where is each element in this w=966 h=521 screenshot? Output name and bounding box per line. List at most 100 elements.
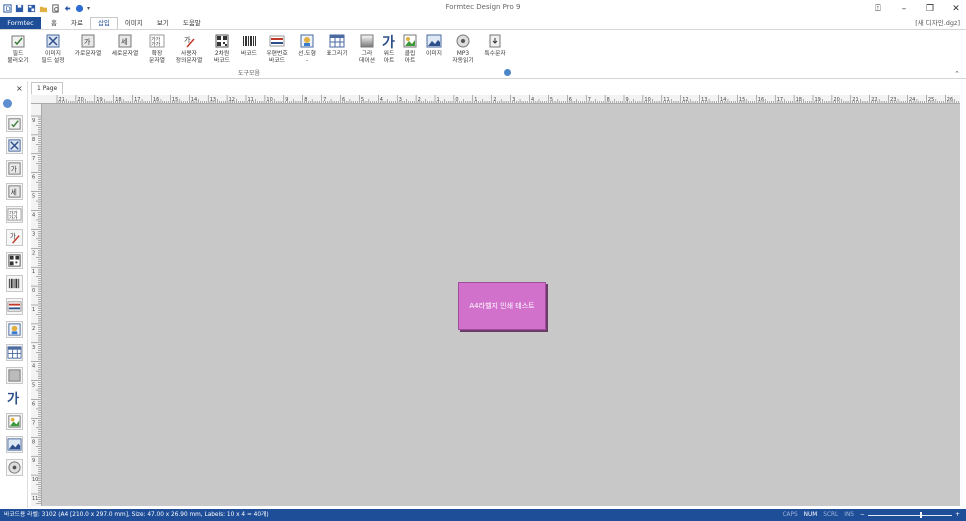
ribbon-display-options-icon[interactable]: ⍐ — [872, 4, 884, 14]
image-icon — [7, 438, 22, 451]
table-button[interactable]: 표그리기 — [322, 33, 352, 58]
ruler-label: 3 — [512, 97, 515, 103]
shapes-button[interactable]: 선.도형 - — [296, 33, 318, 64]
ruler-label: 9 — [626, 97, 629, 103]
ruler-label: 5 — [361, 97, 364, 103]
ruler-label: 10 — [266, 97, 272, 103]
ruler-label: 6 — [32, 402, 35, 408]
ruler-label: 23 — [890, 97, 896, 103]
gradient-icon — [360, 34, 374, 48]
ruler-label: 20 — [833, 97, 839, 103]
app-icon[interactable]: D — [3, 4, 12, 13]
side-vertical-text-button[interactable]: 세 — [6, 183, 23, 200]
panel-close-icon[interactable]: × — [16, 84, 23, 93]
status-text: 바코드용 라벨: 3102 (A4 [210.0 x 297.0 mm], Si… — [4, 512, 269, 518]
file-tab[interactable]: Formtec — [0, 17, 41, 29]
panel-pin-icon[interactable] — [3, 99, 12, 108]
side-shapes-button[interactable] — [6, 321, 23, 338]
ruler-label: 3 — [32, 231, 35, 237]
zoom-slider[interactable]: − + — [860, 509, 960, 521]
side-image-field-button[interactable] — [6, 137, 23, 154]
side-word-art-button[interactable]: 가 — [6, 390, 23, 407]
side-horizontal-text-button[interactable]: 가 — [6, 160, 23, 177]
clip-art-button[interactable]: 클립 아트 — [401, 33, 419, 64]
qr-code-label: 2차원 바코드 — [214, 51, 230, 64]
zoom-out-button[interactable]: − — [860, 509, 865, 521]
side-custom-text-button[interactable]: 가 — [6, 229, 23, 246]
qr-code-button[interactable]: 2차원 바코드 — [210, 33, 234, 64]
special-char-button[interactable]: 특수문자 — [481, 33, 509, 58]
ruler-label: 22 — [871, 97, 877, 103]
open-icon[interactable] — [39, 4, 48, 13]
svg-text:D: D — [6, 6, 11, 13]
side-clip-art-button[interactable] — [6, 413, 23, 430]
ruler-label: 5 — [32, 194, 35, 200]
page-tab[interactable]: 1 Page — [31, 82, 64, 94]
side-field-load-button[interactable] — [6, 115, 23, 132]
side-image-button[interactable] — [6, 436, 23, 453]
side-barcode-button[interactable] — [6, 275, 23, 292]
ruler-label: 0 — [455, 97, 458, 103]
save-all-icon[interactable] — [27, 4, 36, 13]
title-bar: D ▾ Formtec Design Pro 9 ⍐ – ❐ ✕ — [0, 0, 966, 17]
custom-text-button[interactable]: 가 사용자 정의문자열 — [172, 33, 206, 64]
tab-image[interactable]: 이미지 — [118, 17, 150, 29]
svg-text:가: 가 — [11, 164, 17, 173]
ruler-label: 9 — [32, 118, 35, 124]
side-gradient-button[interactable] — [6, 367, 23, 384]
clip-art-icon — [8, 415, 21, 428]
svg-text:가: 가 — [7, 391, 19, 405]
ruler-label: 1 — [437, 97, 440, 103]
tab-data[interactable]: 자료 — [64, 17, 90, 29]
field-load-button[interactable]: 필드 불러오기 — [4, 33, 32, 64]
collapse-ribbon-icon[interactable]: ⌃ — [954, 70, 960, 78]
horizontal-text-button[interactable]: 가 가로문자열 — [72, 33, 104, 58]
image-button[interactable]: 이미지 — [423, 33, 445, 58]
ruler-label: 15 — [172, 97, 178, 103]
ruler-label: 13 — [210, 97, 216, 103]
mp3-icon — [456, 34, 470, 48]
svg-text:가: 가 — [382, 35, 395, 49]
zoom-thumb[interactable] — [920, 512, 923, 518]
word-art-button[interactable]: 가 워드 아트 — [380, 33, 398, 64]
side-qr-code-button[interactable] — [6, 252, 23, 269]
side-mp3-button[interactable] — [6, 459, 23, 476]
status-indicators: CAPS NUM SCRL INS − + — [782, 509, 960, 521]
ruler-label: 12 — [682, 97, 688, 103]
tab-insert[interactable]: 삽입 — [89, 17, 118, 29]
ruler-label: 15 — [739, 97, 745, 103]
label-object[interactable]: A4라벨지 인쇄 테스트 — [458, 282, 546, 330]
vertical-text-icon: 세 — [118, 34, 132, 48]
mp3-button[interactable]: MP3 자동읽기 — [450, 33, 476, 64]
zoom-track — [868, 515, 952, 516]
window-controls: ⍐ – ❐ ✕ — [872, 0, 962, 17]
vertical-text-button[interactable]: 세 세로문자열 — [109, 33, 141, 58]
tab-view[interactable]: 보기 — [150, 17, 176, 29]
barcode-button[interactable]: 바코드 — [238, 33, 260, 58]
close-button[interactable]: ✕ — [950, 4, 962, 14]
ruler-label: 3 — [32, 345, 35, 351]
tab-help[interactable]: 도움말 — [176, 17, 208, 29]
qat-dropdown-icon[interactable]: ▾ — [87, 5, 90, 12]
help-icon[interactable] — [75, 4, 84, 13]
group-expand-icon[interactable] — [504, 69, 511, 76]
horizontal-text-icon: 가 — [81, 34, 95, 48]
mp3-icon — [8, 461, 21, 474]
table-icon — [329, 34, 345, 48]
tab-home[interactable]: 홈 — [44, 17, 64, 29]
zoom-in-button[interactable]: + — [955, 509, 960, 521]
minimize-button[interactable]: – — [898, 4, 910, 14]
gradient-button[interactable]: 그라 데이션 — [356, 33, 378, 64]
restore-button[interactable]: ❐ — [924, 4, 936, 14]
ruler-label: 8 — [32, 137, 35, 143]
save-icon[interactable] — [15, 4, 24, 13]
postal-barcode-button[interactable]: 우편번호 바코드 — [262, 33, 292, 64]
side-table-button[interactable] — [6, 344, 23, 361]
side-postal-barcode-button[interactable] — [6, 298, 23, 315]
print-preview-icon[interactable] — [51, 4, 60, 13]
undo-icon[interactable] — [63, 4, 72, 13]
side-extended-text-button[interactable]: 가가 가가 — [6, 206, 23, 223]
image-field-button[interactable]: 이미지 필드 설정 — [38, 33, 68, 64]
extended-text-button[interactable]: 가가 가가 확장 문자열 — [146, 33, 168, 64]
vertical-text-label: 세로문자열 — [111, 51, 139, 57]
